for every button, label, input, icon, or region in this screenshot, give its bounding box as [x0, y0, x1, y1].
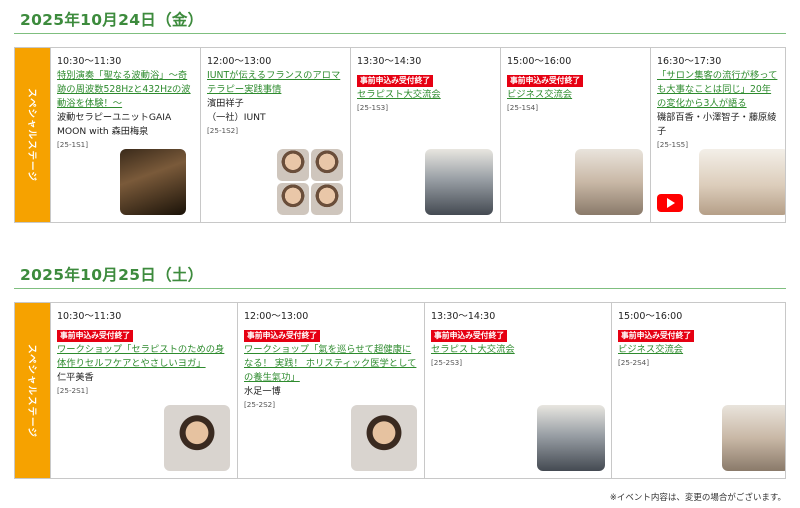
session-title-link[interactable]: ワークショップ「セラピストのための身体作りセルフケアとやさしいヨガ」 [57, 343, 231, 371]
closed-badge: 事前申込み受付終了 [507, 75, 584, 87]
closed-badge: 事前申込み受付終了 [57, 330, 134, 342]
session-time: 13:30〜14:30 [357, 56, 422, 67]
session-photo [722, 405, 785, 471]
session-time: 15:00〜16:00 [618, 311, 683, 322]
session-code: [25-1S3] [357, 103, 389, 112]
session-cell: 13:30〜14:30 事前申込み受付終了 セラピスト大交流会 [25-1S3] [350, 48, 500, 222]
session-presenter: 水足一博 [244, 386, 281, 397]
session-presenter: 濱田祥子 （一社）IUNT [207, 98, 266, 123]
session-title-link[interactable]: ビジネス交流会 [618, 343, 779, 357]
session-title-link[interactable]: 「サロン集客の流行が移っても大事なことは同じ」20年の変化から3人が語る [657, 69, 779, 111]
closed-badge: 事前申込み受付終了 [357, 75, 434, 87]
schedule-row-day2: スペシャルステージ 10:30〜11:30 事前申込み受付終了 ワークショップ「… [14, 302, 786, 479]
session-title-link[interactable]: 特別演奏「聖なる波動浴」〜奇跡の周波数528Hzと432Hzの波動浴を体験！〜 [57, 69, 194, 111]
session-presenter: 波動セラピーユニットGAIA MOON with 森田梅泉 [57, 112, 172, 137]
session-code: [25-2S1] [57, 386, 89, 395]
session-cell: 15:00〜16:00 事前申込み受付終了 ビジネス交流会 [25-1S4] [500, 48, 650, 222]
session-cell: 12:00〜13:00 IUNTが伝えるフランスのアロマテラピー実践事情 濱田祥… [200, 48, 350, 222]
session-code: [25-1S4] [507, 103, 539, 112]
session-code: [25-1S2] [207, 126, 239, 135]
session-cell: 15:00〜16:00 事前申込み受付終了 ビジネス交流会 [25-2S4] [611, 303, 785, 478]
session-photo [120, 149, 186, 215]
date-divider [14, 33, 786, 34]
closed-badge: 事前申込み受付終了 [431, 330, 508, 342]
session-time: 10:30〜11:30 [57, 56, 122, 67]
session-photo [575, 149, 643, 215]
closed-badge: 事前申込み受付終了 [618, 330, 695, 342]
session-time: 12:00〜13:00 [207, 56, 272, 67]
session-title-link[interactable]: セラピスト大交流会 [357, 88, 494, 102]
footnote: ※イベント内容は、変更の場合がございます。 [609, 493, 786, 503]
session-time: 16:30〜17:30 [657, 56, 722, 67]
presenter-face [277, 183, 309, 215]
schedule-row-day1: スペシャルステージ 10:30〜11:30 特別演奏「聖なる波動浴」〜奇跡の周波… [14, 47, 786, 223]
presenter-face [277, 149, 309, 181]
session-code: [25-2S3] [431, 358, 463, 367]
session-time: 12:00〜13:00 [244, 311, 309, 322]
date-divider [14, 288, 786, 289]
session-cell: 16:30〜17:30 「サロン集客の流行が移っても大事なことは同じ」20年の変… [650, 48, 785, 222]
presenter-face [311, 149, 343, 181]
stage-label: スペシャルステージ [15, 48, 50, 222]
session-photo [425, 149, 493, 215]
date-heading-day2: 2025年10月25日（土） [20, 266, 204, 284]
presenter-photo [351, 405, 417, 471]
session-presenter: 磯部百香・小澤智子・藤原綾子 [657, 112, 777, 137]
session-presenter: 仁平美香 [57, 372, 94, 383]
presenter-photo [164, 405, 230, 471]
session-time: 10:30〜11:30 [57, 311, 122, 322]
youtube-play-icon[interactable] [657, 194, 683, 212]
closed-badge: 事前申込み受付終了 [244, 330, 321, 342]
session-title-link[interactable]: セラピスト大交流会 [431, 343, 605, 357]
session-title-link[interactable]: ワークショップ「氣を巡らせて超健康になる！ 実践！ ホリスティック医学としての養… [244, 343, 418, 385]
session-cell: 10:30〜11:30 特別演奏「聖なる波動浴」〜奇跡の周波数528Hzと432… [50, 48, 200, 222]
session-title-link[interactable]: ビジネス交流会 [507, 88, 644, 102]
session-cell: 12:00〜13:00 事前申込み受付終了 ワークショップ「氣を巡らせて超健康に… [237, 303, 424, 478]
session-time: 13:30〜14:30 [431, 311, 496, 322]
session-cell: 13:30〜14:30 事前申込み受付終了 セラピスト大交流会 [25-2S3] [424, 303, 611, 478]
presenter-photos [277, 149, 343, 215]
presenter-face [311, 183, 343, 215]
session-cell: 10:30〜11:30 事前申込み受付終了 ワークショップ「セラピストのための身… [50, 303, 237, 478]
session-photo [537, 405, 605, 471]
session-title-link[interactable]: IUNTが伝えるフランスのアロマテラピー実践事情 [207, 69, 344, 97]
date-heading-day1: 2025年10月24日（金） [20, 11, 204, 29]
session-time: 15:00〜16:00 [507, 56, 572, 67]
session-photo [699, 149, 785, 215]
session-code: [25-2S4] [618, 358, 650, 367]
stage-label: スペシャルステージ [15, 303, 50, 478]
